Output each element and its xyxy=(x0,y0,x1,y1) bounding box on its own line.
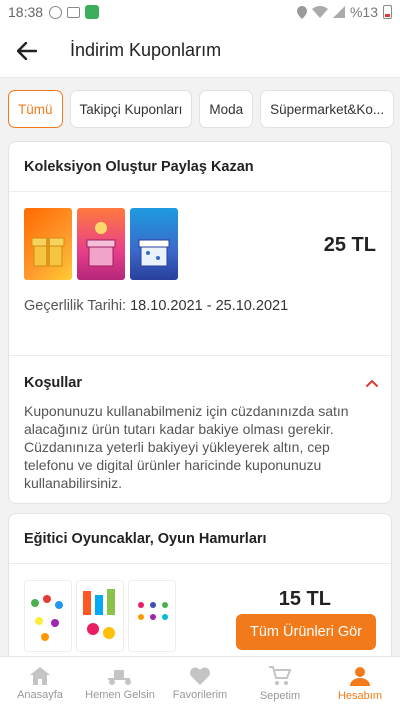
category-tabs: Tümü Takipçi Kuponları Moda Süpermarket&… xyxy=(0,78,400,140)
signal-icon xyxy=(332,6,345,18)
nav-label: Sepetim xyxy=(259,690,301,702)
nav-favorilerim[interactable]: Favorilerim xyxy=(160,657,240,711)
tab-supermarket[interactable]: Süpermarket&Ko... xyxy=(260,90,395,128)
coupon-images xyxy=(9,580,176,652)
page-title: İndirim Kuponlarım xyxy=(70,40,222,60)
nav-label: Anasayfa xyxy=(17,689,63,701)
coupon-amount: 15 TL xyxy=(278,588,331,610)
nav-sepetim[interactable]: Sepetim xyxy=(240,657,320,711)
nav-hesabim[interactable]: Hesabım xyxy=(320,657,400,711)
conditions-toggle[interactable]: Koşullar xyxy=(9,372,391,394)
scooter-icon xyxy=(108,670,131,685)
arrow-left-icon xyxy=(17,41,37,60)
nav-label: Hemen Gelsin xyxy=(85,689,155,701)
validity-label: Geçerlilik Tarihi: xyxy=(24,298,127,314)
gift-box-image xyxy=(130,208,178,280)
conditions-title: Koşullar xyxy=(24,375,83,391)
coupon-amount: 25 TL xyxy=(323,234,376,256)
tab-moda[interactable]: Moda xyxy=(199,90,254,128)
location-icon xyxy=(296,5,307,19)
coupon-title: Koleksiyon Oluştur Paylaş Kazan xyxy=(9,142,391,192)
tab-takipci-kuponlari[interactable]: Takipçi Kuponları xyxy=(69,90,193,128)
conditions-text: Kuponunuzu kullanabilmeniz için cüzdanın… xyxy=(24,403,349,491)
validity-dates: 18.10.2021 - 25.10.2021 xyxy=(130,298,289,314)
toy-image xyxy=(24,580,72,652)
user-icon xyxy=(350,667,370,686)
toy-image xyxy=(76,580,124,652)
heart-icon xyxy=(190,667,210,685)
nav-label: Favorilerim xyxy=(172,689,228,701)
nav-anasayfa[interactable]: Anasayfa xyxy=(0,657,80,711)
coupon-card: Koleksiyon Oluştur Paylaş Kazan 25 TL Ge… xyxy=(8,141,392,504)
nav-label: Hesabım xyxy=(337,690,383,702)
bottom-navigation: Anasayfa Hemen Gelsin Favorilerim Sepeti… xyxy=(0,656,400,711)
chevron-up-icon xyxy=(366,380,378,387)
battery-icon xyxy=(383,5,392,19)
coupon-card: Eğitici Oyuncaklar, Oyun Hamurları 15 TL… xyxy=(8,513,392,673)
app-header: İndirim Kuponlarım xyxy=(0,24,400,78)
divider xyxy=(9,355,391,356)
tab-tumu[interactable]: Tümü xyxy=(8,90,63,128)
status-bar: 18:38 %13 xyxy=(0,0,400,24)
notification-icon xyxy=(49,5,63,19)
gift-box-image xyxy=(77,208,125,280)
see-all-products-button[interactable]: Tüm Ürünleri Gör xyxy=(236,614,376,650)
back-button[interactable] xyxy=(0,24,54,78)
nav-hemen-gelsin[interactable]: Hemen Gelsin xyxy=(80,657,160,711)
wifi-icon xyxy=(311,6,328,18)
coupon-validity: Geçerlilik Tarihi: 18.10.2021 - 25.10.20… xyxy=(24,298,288,314)
battery-percent: %13 xyxy=(349,4,378,20)
home-icon xyxy=(30,667,50,685)
toy-image xyxy=(128,580,176,652)
gift-box-image xyxy=(24,208,72,280)
coupon-title: Eğitici Oyuncaklar, Oyun Hamurları xyxy=(9,514,391,564)
cart-icon xyxy=(269,666,291,685)
app-notification-icon xyxy=(85,5,100,19)
coupon-images xyxy=(9,208,178,280)
status-time: 18:38 xyxy=(8,4,44,20)
gallery-icon xyxy=(67,6,81,18)
